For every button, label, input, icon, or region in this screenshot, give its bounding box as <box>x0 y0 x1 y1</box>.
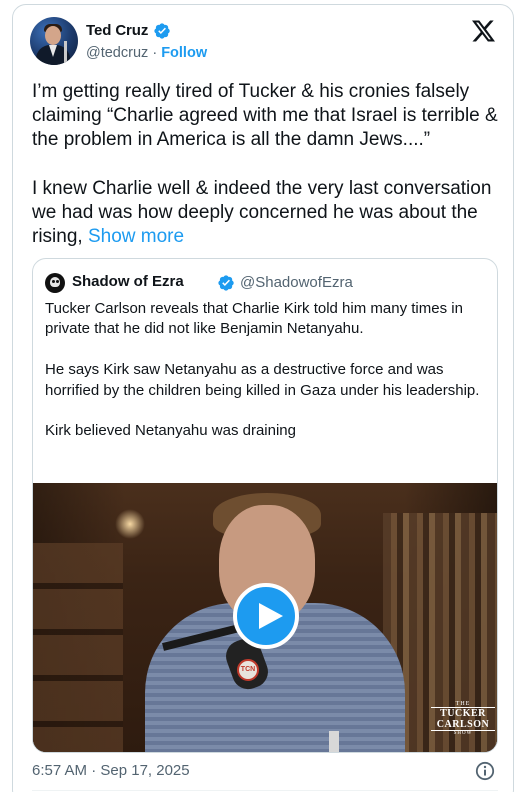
avatar-head <box>45 26 61 45</box>
stand-light <box>329 731 339 752</box>
author-handle[interactable]: @tedcruz <box>86 45 148 61</box>
skull-eye-right <box>56 280 59 283</box>
quote-author-avatar[interactable] <box>45 273 65 293</box>
tweet-body: I’m getting really tired of Tucker & his… <box>32 80 502 249</box>
lamp-glow <box>115 509 145 539</box>
skull-eye-left <box>52 280 55 283</box>
author-avatar[interactable] <box>30 17 78 65</box>
verified-badge-icon <box>154 23 170 39</box>
show-logo-line1: TUCKER <box>431 707 495 719</box>
follow-button[interactable]: Follow <box>161 45 207 61</box>
play-icon <box>259 603 283 629</box>
handle-separator: · <box>152 45 158 61</box>
video-player[interactable]: TCN THE TUCKER CARLSON SHOW <box>33 483 497 752</box>
x-logo-icon[interactable] <box>472 20 495 42</box>
avatar-mic <box>64 41 67 65</box>
play-button[interactable] <box>233 583 299 649</box>
show-logo-line2: CARLSON <box>431 719 495 731</box>
quote-author-name[interactable]: Shadow of Ezra <box>72 273 184 290</box>
tweet-paragraph-1: I’m getting really tired of Tucker & his… <box>32 81 498 151</box>
divider <box>32 790 498 791</box>
tweet-paragraph-2: I knew Charlie well & indeed the very la… <box>32 177 502 250</box>
verified-badge-icon <box>218 275 234 291</box>
quote-paragraph: Kirk believed Netanyahu was draining <box>45 422 296 440</box>
quote-paragraph: Tucker Carlson reveals that Charlie Kirk… <box>45 300 463 338</box>
author-handle-line: @tedcruz · Follow <box>86 45 207 61</box>
show-logo: THE TUCKER CARLSON SHOW <box>431 701 495 743</box>
show-logo-show: SHOW <box>453 731 473 736</box>
author-name[interactable]: Ted Cruz <box>86 22 148 39</box>
tweet-timestamp[interactable]: 6:57 AM · Sep 17, 2025 <box>32 762 190 779</box>
quoted-tweet[interactable]: Shadow of Ezra @ShadowofEzra Tucker Carl… <box>32 258 498 753</box>
quote-author-handle[interactable]: @ShadowofEzra <box>240 274 353 291</box>
show-more-link[interactable]: Show more <box>88 226 184 247</box>
bookshelf-left <box>33 543 123 752</box>
mic-flag-logo: TCN <box>237 659 259 681</box>
quote-body: Tucker Carlson reveals that Charlie Kirk… <box>45 299 485 442</box>
info-icon[interactable] <box>475 761 495 781</box>
quote-paragraph: He says Kirk saw Netanyahu as a destruct… <box>45 361 480 399</box>
